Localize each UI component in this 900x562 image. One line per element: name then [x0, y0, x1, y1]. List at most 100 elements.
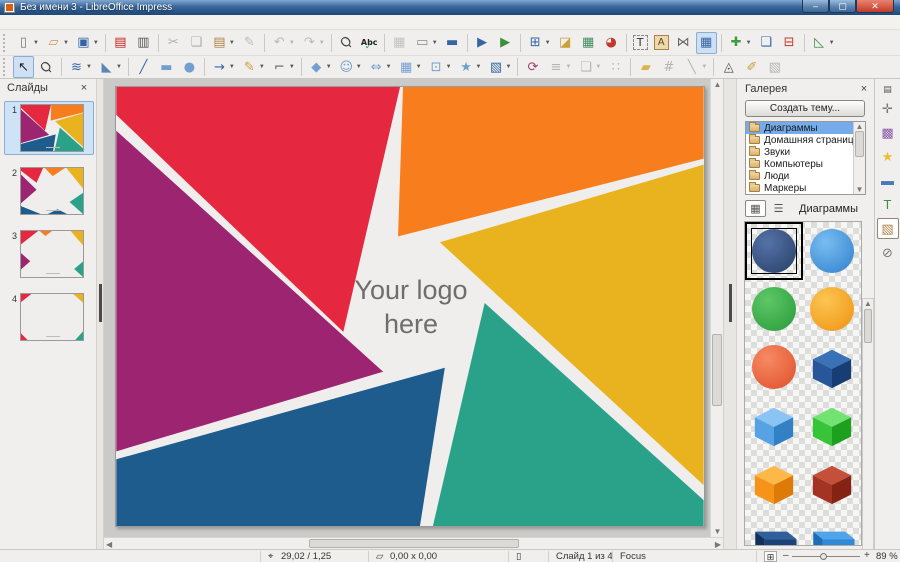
dropdown-arrow-icon[interactable]: ▼: [289, 64, 295, 70]
scroll-left-icon[interactable]: ◀: [106, 540, 112, 549]
flowchart-shapes-button[interactable]: ▦ ▼: [396, 56, 424, 78]
gallery-item-cube-orange[interactable]: [745, 454, 803, 512]
insert-table-button[interactable]: ⊞ ▼: [525, 32, 553, 54]
icon-view-button[interactable]: ▦: [745, 200, 766, 217]
gallery-item-box-blue[interactable]: [803, 512, 861, 545]
sidebar-settings[interactable]: ▤: [877, 82, 899, 95]
gallery-item-box-navy[interactable]: [745, 512, 803, 545]
minimize-button[interactable]: –: [802, 0, 829, 13]
scrollbar-thumb[interactable]: [864, 309, 872, 343]
slides-panel-splitter[interactable]: [96, 79, 104, 549]
gallery-item-cube-green[interactable]: [803, 396, 861, 454]
show-draw-functions-button[interactable]: ◺ ▼: [809, 32, 837, 54]
insert-chart-button[interactable]: ◕: [601, 32, 622, 54]
gallery-item-cube-blue[interactable]: [745, 396, 803, 454]
arrange-objects-button[interactable]: ❏ ▼: [575, 56, 603, 78]
display-grid-button[interactable]: ▦: [389, 32, 410, 54]
splitter-grip[interactable]: [729, 284, 732, 322]
menu-insert[interactable]: [46, 21, 60, 23]
star-shapes-button[interactable]: ★ ▼: [456, 56, 484, 78]
align-objects-button[interactable]: ≡ ▼: [545, 56, 573, 78]
new-slide-button[interactable]: ✚ ▼: [726, 32, 754, 54]
fill-color-button[interactable]: ◣ ▼: [96, 56, 124, 78]
insert-fontwork-button[interactable]: ⋈: [673, 32, 694, 54]
logo-placeholder-text[interactable]: Your logo here: [286, 273, 536, 341]
gallery-folder-homepage[interactable]: Домашняя страница: [746, 134, 865, 146]
list-view-button[interactable]: ☰: [768, 200, 789, 217]
slide-thumbnail-1[interactable]: 1: [4, 101, 94, 155]
dropdown-arrow-icon[interactable]: ▼: [701, 64, 707, 70]
clone-formatting-button[interactable]: ✎: [239, 32, 260, 54]
splitter-grip[interactable]: [99, 284, 102, 322]
dropdown-arrow-icon[interactable]: ▼: [86, 64, 92, 70]
scroll-up-icon[interactable]: ▲: [854, 122, 865, 131]
dropdown-arrow-icon[interactable]: ▼: [565, 64, 571, 70]
zoom-in-button[interactable]: +: [864, 550, 870, 561]
toolbar-grip[interactable]: [3, 33, 9, 52]
dropdown-arrow-icon[interactable]: ▼: [326, 64, 332, 70]
scroll-down-icon[interactable]: ▼: [854, 185, 865, 194]
insert-media-button[interactable]: ▦: [578, 32, 599, 54]
tab-styles[interactable]: T: [877, 194, 899, 215]
gallery-folder-diagrams[interactable]: Диаграммы: [746, 122, 865, 134]
tab-navigator[interactable]: ⊘: [877, 242, 899, 263]
dropdown-arrow-icon[interactable]: ▼: [829, 40, 835, 46]
shadow-button[interactable]: ▰: [635, 56, 656, 78]
dropdown-arrow-icon[interactable]: ▼: [259, 64, 265, 70]
save-button[interactable]: ▣ ▼: [73, 32, 101, 54]
zoom-pan-button[interactable]: Ϙ: [36, 56, 57, 78]
slide-thumbnail-4[interactable]: 4: [4, 290, 94, 344]
menu-view[interactable]: [32, 21, 46, 23]
callout-shapes-button[interactable]: ⊡ ▼: [426, 56, 454, 78]
basic-shapes-button[interactable]: ◆ ▼: [306, 56, 334, 78]
gallery-panel-close-icon[interactable]: ×: [858, 83, 870, 95]
curves-polygons-button[interactable]: ✎ ▼: [239, 56, 267, 78]
zoom-fit-button[interactable]: ⊞: [764, 551, 777, 562]
distribute-selection-button[interactable]: ∷: [605, 56, 626, 78]
duplicate-slide-button[interactable]: ❏: [756, 32, 777, 54]
gallery-item-sphere-orange[interactable]: [803, 280, 861, 338]
image-filter-button[interactable]: ╲ ▼: [681, 56, 709, 78]
horizontal-scrollbar[interactable]: ◀ ▶: [104, 537, 723, 549]
dropdown-arrow-icon[interactable]: ▼: [746, 40, 752, 46]
export-pdf-button[interactable]: ▤: [110, 32, 131, 54]
scrollbar-thumb[interactable]: [712, 334, 722, 406]
insert-line-button[interactable]: ╱: [133, 56, 154, 78]
master-slide-button[interactable]: ▬: [442, 32, 463, 54]
insert-header-footer-button[interactable]: A: [652, 32, 671, 54]
dropdown-arrow-icon[interactable]: ▼: [229, 64, 235, 70]
dropdown-arrow-icon[interactable]: ▼: [545, 40, 551, 46]
gallery-item-sphere-red[interactable]: [745, 338, 803, 396]
scroll-right-icon[interactable]: ▶: [715, 540, 721, 549]
new-document-button[interactable]: ▯ ▼: [13, 32, 41, 54]
glue-points-button[interactable]: ✐: [741, 56, 762, 78]
paste-button[interactable]: ▤ ▼: [209, 32, 237, 54]
close-button[interactable]: ✕: [856, 0, 894, 13]
gallery-item-cube-navy[interactable]: [803, 338, 861, 396]
gallery-folder-bullets[interactable]: Маркеры: [746, 182, 865, 194]
tab-animation[interactable]: ★: [877, 146, 899, 167]
rotate-button[interactable]: ⟳: [522, 56, 543, 78]
connectors-button[interactable]: ⌐ ▼: [269, 56, 297, 78]
find-replace-button[interactable]: Ϙ: [336, 32, 357, 54]
display-views-button[interactable]: ▭ ▼: [412, 32, 440, 54]
symbol-shapes-button[interactable]: ☺ ▼: [336, 56, 364, 78]
gallery-folder-sounds[interactable]: Звуки: [746, 146, 865, 158]
delete-slide-button[interactable]: ⊟: [779, 32, 800, 54]
menu-edit[interactable]: [18, 21, 32, 23]
vertical-scrollbar[interactable]: ▲ ▼: [710, 79, 723, 537]
ellipse-button[interactable]: ●: [179, 56, 200, 78]
dropdown-arrow-icon[interactable]: ▼: [229, 40, 235, 46]
menu-window[interactable]: [116, 21, 130, 23]
dropdown-arrow-icon[interactable]: ▼: [476, 64, 482, 70]
toggle-extrusion-button[interactable]: ▧: [764, 56, 785, 78]
menu-format[interactable]: [60, 21, 74, 23]
zoom-slider[interactable]: [792, 553, 860, 560]
lines-arrows-button[interactable]: → ▼: [209, 56, 237, 78]
theme-list-scrollbar[interactable]: ▲ ▼: [853, 122, 865, 194]
block-arrows-button[interactable]: ⇔ ▼: [366, 56, 394, 78]
3d-objects-button[interactable]: ▧ ▼: [485, 56, 513, 78]
view-grid-toggle-button[interactable]: ▦: [695, 31, 717, 54]
scrollbar-thumb[interactable]: [309, 539, 519, 548]
scrollbar-thumb[interactable]: [855, 131, 864, 157]
